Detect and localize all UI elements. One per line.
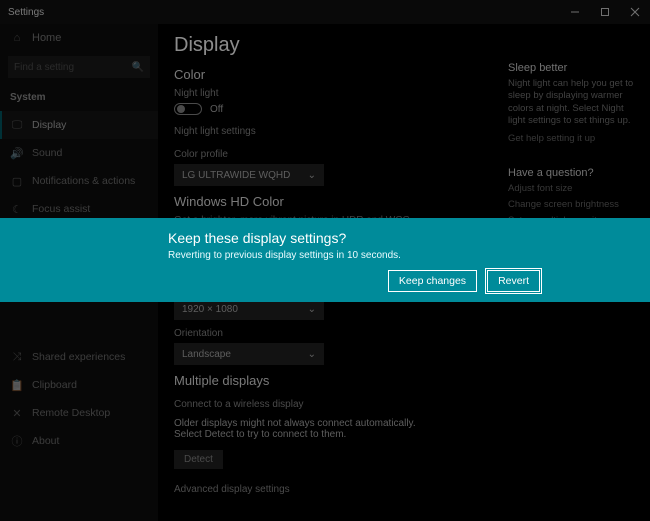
question-title: Have a question? — [508, 167, 638, 179]
titlebar: Settings — [0, 0, 650, 24]
sidebar-item-notifications[interactable]: ▢ Notifications & actions — [0, 167, 158, 195]
sidebar-home-label: Home — [32, 32, 61, 44]
shared-icon: ⤨ — [10, 351, 24, 364]
night-light-toggle[interactable] — [174, 103, 202, 115]
sidebar-item-clipboard[interactable]: 📋 Clipboard — [0, 371, 158, 399]
sidebar-item-label: Clipboard — [32, 379, 77, 391]
remote-icon: ✕ — [10, 407, 24, 420]
night-light-state: Off — [210, 104, 223, 115]
page-title: Display — [174, 34, 634, 57]
banner-title: Keep these display settings? — [168, 230, 632, 246]
help-link[interactable]: Change screen brightness — [508, 199, 638, 210]
sleep-link[interactable]: Get help setting it up — [508, 133, 638, 144]
sidebar-section-label: System — [0, 86, 158, 111]
sidebar-item-label: About — [32, 435, 59, 447]
sidebar-item-about[interactable]: ⓘ About — [0, 427, 158, 455]
about-icon: ⓘ — [10, 433, 24, 449]
notifications-icon: ▢ — [10, 175, 24, 188]
orientation-dropdown[interactable]: Landscape ⌄ — [174, 343, 324, 365]
orientation-label: Orientation — [174, 328, 634, 339]
search-placeholder: Find a setting — [14, 62, 74, 73]
chevron-down-icon: ⌄ — [308, 304, 316, 315]
color-profile-dropdown[interactable]: LG ULTRAWIDE WQHD ⌄ — [174, 164, 324, 186]
maximize-button[interactable] — [590, 0, 620, 24]
keep-changes-button[interactable]: Keep changes — [388, 270, 477, 292]
sound-icon: 🔊 — [10, 147, 24, 160]
sidebar-item-remote[interactable]: ✕ Remote Desktop — [0, 399, 158, 427]
revert-button[interactable]: Revert — [487, 270, 540, 292]
detect-button[interactable]: Detect — [174, 450, 223, 469]
sidebar-home[interactable]: ⌂ Home — [0, 24, 158, 52]
advanced-display-link[interactable]: Advanced display settings — [174, 484, 290, 495]
display-icon: 🖵 — [10, 119, 24, 132]
chevron-down-icon: ⌄ — [308, 170, 316, 181]
sidebar-item-sound[interactable]: 🔊 Sound — [0, 139, 158, 167]
minimize-button[interactable] — [560, 0, 590, 24]
search-icon: 🔍 — [132, 62, 144, 73]
focus-icon: ☾ — [10, 203, 24, 216]
sidebar-item-label: Remote Desktop — [32, 407, 110, 419]
section-multiple: Multiple displays — [174, 373, 634, 388]
sidebar-item-shared[interactable]: ⤨ Shared experiences — [0, 343, 158, 371]
confirmation-banner: Keep these display settings? Reverting t… — [0, 218, 650, 302]
sidebar-item-label: Display — [32, 119, 66, 131]
sidebar-item-label: Sound — [32, 147, 62, 159]
search-input[interactable]: Find a setting 🔍 — [8, 56, 150, 78]
sidebar-item-display[interactable]: 🖵 Display — [0, 111, 158, 139]
sleep-title: Sleep better — [508, 62, 638, 74]
home-icon: ⌂ — [10, 32, 24, 44]
orientation-value: Landscape — [182, 349, 231, 360]
color-profile-value: LG ULTRAWIDE WQHD — [182, 170, 290, 181]
chevron-down-icon: ⌄ — [308, 349, 316, 360]
sidebar-item-label: Notifications & actions — [32, 175, 135, 187]
banner-subtitle: Reverting to previous display settings i… — [168, 250, 632, 261]
resolution-value: 1920 × 1080 — [182, 304, 238, 315]
wireless-link[interactable]: Connect to a wireless display — [174, 399, 304, 410]
sidebar-item-label: Focus assist — [32, 203, 90, 215]
sleep-desc: Night light can help you get to sleep by… — [508, 78, 638, 127]
help-link[interactable]: Adjust font size — [508, 183, 638, 194]
night-light-settings-link[interactable]: Night light settings — [174, 126, 256, 137]
clipboard-icon: 📋 — [10, 379, 24, 392]
close-button[interactable] — [620, 0, 650, 24]
window-title: Settings — [8, 7, 560, 18]
older-text: Older displays might not always connect … — [174, 418, 434, 440]
sidebar-item-label: Shared experiences — [32, 351, 125, 363]
